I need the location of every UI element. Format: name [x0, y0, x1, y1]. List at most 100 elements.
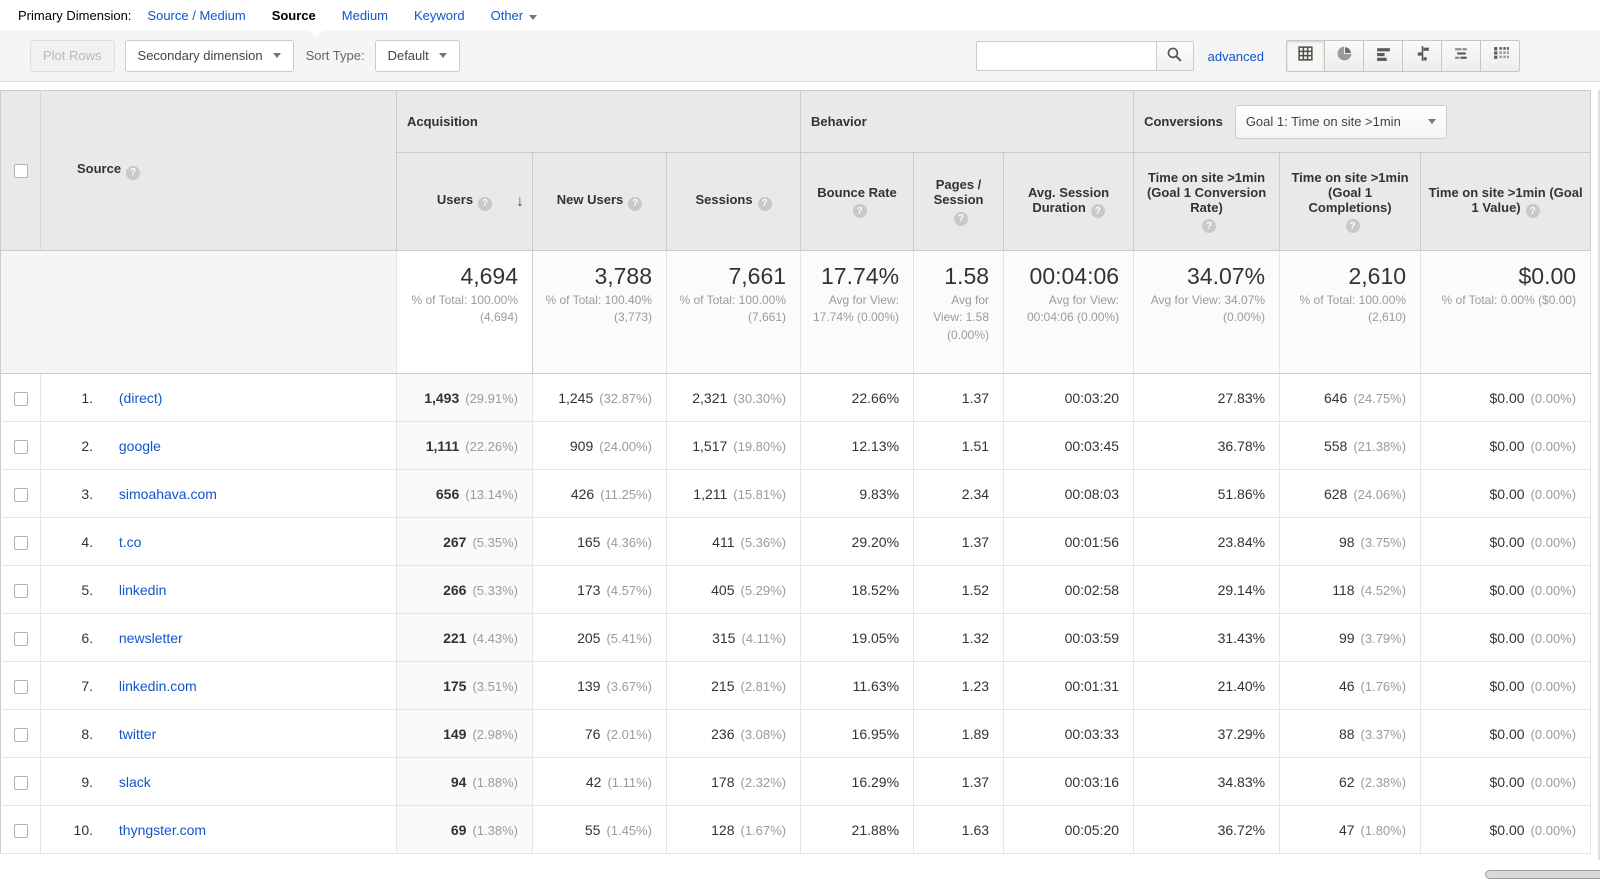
- help-icon[interactable]: ?: [1202, 219, 1217, 234]
- column-header-users[interactable]: Users? ↓: [396, 152, 533, 251]
- search-button[interactable]: [1155, 41, 1194, 71]
- avg-session-duration-cell: 00:02:58: [1003, 565, 1135, 614]
- column-header-new-users[interactable]: New Users?: [532, 152, 667, 251]
- source-cell: 2. google: [40, 421, 397, 470]
- table-row: 9. slack 94 (1.88%) 42 (1.11%) 178 (2.32%) …: [0, 757, 1592, 806]
- column-header-goal-conversion-rate[interactable]: Time on site >1min (Goal 1 Conversion Ra…: [1133, 152, 1281, 251]
- source-link[interactable]: slack: [119, 774, 151, 790]
- percentage-view-button[interactable]: [1325, 40, 1364, 72]
- source-link[interactable]: linkedin.com: [119, 678, 197, 694]
- plot-rows-button[interactable]: Plot Rows: [30, 39, 115, 72]
- data-table-view-button[interactable]: [1286, 40, 1325, 72]
- goal-selector-dropdown[interactable]: Goal 1: Time on site >1min: [1234, 104, 1447, 139]
- search-input[interactable]: [975, 41, 1156, 71]
- help-icon[interactable]: ?: [478, 196, 493, 211]
- row-rank: 4.: [81, 533, 93, 550]
- pivot-view-button[interactable]: [1481, 40, 1520, 72]
- term-cloud-view-button[interactable]: [1442, 40, 1481, 72]
- report-toolbar: Plot Rows Secondary dimension Sort Type:…: [0, 29, 1600, 82]
- source-link[interactable]: twitter: [119, 726, 156, 742]
- comparison-view-button[interactable]: [1403, 40, 1442, 72]
- source-link[interactable]: thyngster.com: [119, 822, 206, 838]
- primary-dimension-source-medium[interactable]: Source / Medium: [147, 8, 245, 23]
- secondary-dimension-button[interactable]: Secondary dimension: [124, 39, 294, 72]
- goal-completions-cell: 646 (24.75%): [1279, 373, 1422, 422]
- select-all-checkbox[interactable]: [13, 164, 28, 179]
- source-link[interactable]: google: [119, 438, 161, 454]
- column-header-goal-value[interactable]: Time on site >1min (Goal 1 Value)?: [1420, 152, 1592, 251]
- comparison-bars-icon: [1414, 45, 1431, 67]
- total-goal-value: $0.00% of Total: 0.00% ($0.00): [1420, 250, 1592, 374]
- goal-value-cell: $0.00 (0.00%): [1420, 421, 1592, 470]
- source-cell: 1. (direct): [40, 373, 397, 422]
- search-icon: [1166, 46, 1183, 66]
- source-link[interactable]: (direct): [119, 390, 163, 406]
- total-avg-session-duration: 00:04:06 Avg for View: 00:04:06 (0.00%): [1003, 250, 1135, 374]
- avg-session-duration-cell: 00:03:16: [1003, 757, 1135, 806]
- source-link[interactable]: t.co: [119, 534, 142, 550]
- source-cell: 9. slack: [40, 757, 397, 806]
- row-checkbox[interactable]: [13, 583, 28, 598]
- help-icon[interactable]: ?: [757, 196, 772, 211]
- primary-dimension-other[interactable]: Other: [491, 8, 538, 23]
- table-row: 8. twitter 149 (2.98%) 76 (2.01%) 236 (3.08…: [0, 709, 1592, 758]
- column-header-goal-completions[interactable]: Time on site >1min (Goal 1 Completions)?: [1279, 152, 1422, 251]
- horizontal-bars-icon: [1375, 45, 1392, 67]
- new-users-cell: 426 (11.25%): [532, 469, 667, 518]
- goal-conversion-rate-cell: 29.14%: [1133, 565, 1281, 614]
- row-checkbox[interactable]: [13, 727, 28, 742]
- row-checkbox[interactable]: [13, 439, 28, 454]
- row-checkbox[interactable]: [13, 631, 28, 646]
- row-checkbox[interactable]: [13, 679, 28, 694]
- avg-session-duration-cell: 00:01:56: [1003, 517, 1135, 566]
- column-header-bounce-rate[interactable]: Bounce Rate?: [800, 152, 915, 251]
- help-icon[interactable]: ?: [852, 204, 867, 219]
- row-checkbox[interactable]: [13, 823, 28, 838]
- toolbar-right-cluster: advanced: [975, 40, 1520, 72]
- sort-type-select[interactable]: Default: [374, 39, 460, 72]
- goal-value-cell: $0.00 (0.00%): [1420, 565, 1592, 614]
- row-checkbox[interactable]: [13, 487, 28, 502]
- new-users-cell: 165 (4.36%): [532, 517, 667, 566]
- primary-dimension-medium[interactable]: Medium: [342, 8, 388, 23]
- new-users-cell: 76 (2.01%): [532, 709, 667, 758]
- performance-view-button[interactable]: [1364, 40, 1403, 72]
- goal-conversion-rate-cell: 51.86%: [1133, 469, 1281, 518]
- source-link[interactable]: newsletter: [119, 630, 183, 646]
- bounce-rate-cell: 9.83%: [800, 469, 915, 518]
- help-icon[interactable]: ?: [1525, 204, 1540, 219]
- row-checkbox[interactable]: [13, 391, 28, 406]
- sort-type-label: Sort Type:: [305, 48, 365, 63]
- goal-value-cell: $0.00 (0.00%): [1420, 805, 1592, 854]
- primary-dimension-source[interactable]: Source: [272, 8, 316, 23]
- source-cell: 10. thyngster.com: [40, 805, 397, 854]
- total-bounce-rate: 17.74% Avg for View: 17.74% (0.00%): [800, 250, 915, 374]
- chevron-down-icon: [1427, 119, 1436, 124]
- pages-session-cell: 1.23: [913, 661, 1005, 710]
- help-icon[interactable]: ?: [1090, 204, 1105, 219]
- source-cell: 6. newsletter: [40, 613, 397, 662]
- help-icon[interactable]: ?: [628, 196, 643, 211]
- column-header-source[interactable]: Source?: [40, 90, 397, 251]
- help-icon[interactable]: ?: [126, 165, 141, 180]
- source-link[interactable]: linkedin: [119, 582, 166, 598]
- source-link[interactable]: simoahava.com: [119, 486, 217, 502]
- row-checkbox[interactable]: [13, 535, 28, 550]
- source-column-label: Source: [77, 161, 122, 177]
- column-header-pages-session[interactable]: Pages / Session?: [913, 152, 1005, 251]
- group-header-conversions: Conversions Goal 1: Time on site >1min: [1133, 90, 1592, 153]
- primary-dimension-keyword[interactable]: Keyword: [414, 8, 465, 23]
- advanced-search-link[interactable]: advanced: [1208, 49, 1264, 64]
- help-icon[interactable]: ?: [954, 211, 969, 226]
- column-header-avg-session-duration[interactable]: Avg. Session Duration?: [1003, 152, 1135, 251]
- sort-descending-icon: ↓: [516, 192, 524, 210]
- chevron-down-icon: [529, 14, 538, 20]
- avg-session-duration-cell: 00:03:20: [1003, 373, 1135, 422]
- horizontal-scrollbar-thumb[interactable]: [1485, 870, 1600, 879]
- row-checkbox[interactable]: [13, 775, 28, 790]
- goal-value-cell: $0.00 (0.00%): [1420, 613, 1592, 662]
- sessions-cell: 128 (1.67%): [666, 805, 802, 854]
- column-header-sessions[interactable]: Sessions?: [666, 152, 802, 251]
- help-icon[interactable]: ?: [1345, 219, 1360, 234]
- users-cell: 94 (1.88%): [396, 757, 533, 806]
